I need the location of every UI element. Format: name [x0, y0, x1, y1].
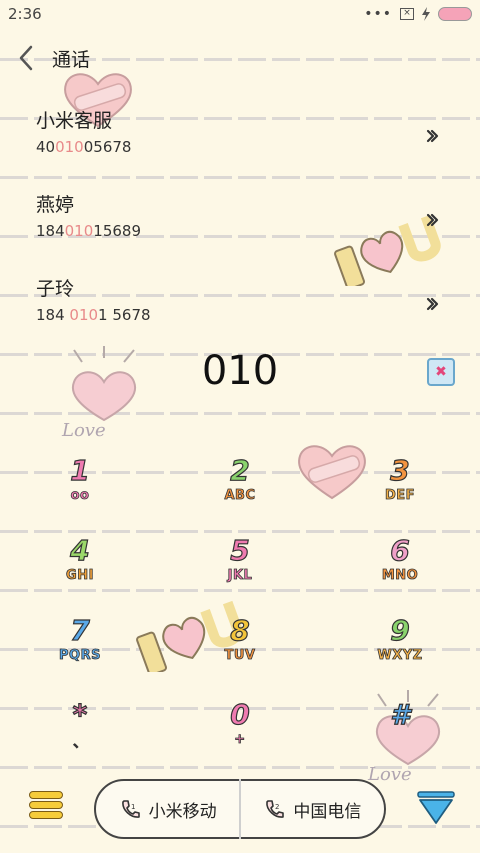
sim2-call-button[interactable]: 2 中国电信: [241, 781, 384, 837]
contact-number: 184 0101 5678: [36, 306, 151, 324]
key-9[interactable]: 9 WXYZ: [340, 615, 460, 686]
backspace-icon: ✖: [435, 364, 447, 380]
phone-icon: 2: [266, 800, 285, 818]
dial-input[interactable]: 010: [0, 348, 480, 394]
contact-row[interactable]: 燕婷 18401015689: [0, 190, 480, 262]
battery-icon: [438, 7, 472, 21]
menu-icon: [29, 791, 63, 819]
chevron-left-icon: [19, 45, 33, 71]
double-chevron-right-icon[interactable]: [422, 210, 442, 230]
key-4[interactable]: 4 GHI: [20, 535, 140, 606]
no-sim-icon: ×: [400, 8, 414, 20]
key-1[interactable]: 1 oo: [20, 455, 140, 526]
collapse-keypad-button[interactable]: [416, 790, 456, 826]
signal-dots-icon: •••: [364, 6, 392, 22]
key-2[interactable]: 2 ABC: [180, 455, 300, 526]
status-time: 2:36: [8, 5, 42, 23]
contact-number: 18401015689: [36, 222, 141, 240]
triangle-down-icon: [417, 791, 455, 824]
key-8[interactable]: 8 TUV: [180, 615, 300, 686]
charging-bolt-icon: [422, 7, 430, 21]
key-5[interactable]: 5 JKL: [180, 535, 300, 606]
status-bar: 2:36 ••• ×: [0, 0, 480, 28]
contact-number: 4001005678: [36, 138, 132, 156]
page-title: 通话: [52, 48, 91, 71]
menu-button[interactable]: [29, 791, 63, 823]
key-7[interactable]: 7 PQRS: [20, 615, 140, 686]
contact-row[interactable]: 子玲 184 0101 5678: [0, 274, 480, 346]
sim1-call-button[interactable]: 1 小米移动: [96, 781, 239, 837]
double-chevron-right-icon[interactable]: [422, 126, 442, 146]
key-0[interactable]: 0 +: [180, 699, 300, 770]
key-hash[interactable]: #: [340, 699, 460, 770]
sim2-label: 中国电信: [293, 801, 362, 822]
contact-name: 小米客服: [36, 110, 113, 132]
back-button[interactable]: [6, 40, 46, 76]
contact-row[interactable]: 小米客服 4001005678: [0, 106, 480, 178]
phone-icon: 1: [121, 800, 140, 818]
svg-text:2: 2: [275, 803, 279, 811]
sim-call-bar: 1 小米移动 2 中国电信: [94, 779, 386, 839]
header: 通话: [0, 40, 480, 76]
double-chevron-right-icon[interactable]: [422, 294, 442, 314]
love-caption: Love: [62, 420, 106, 441]
backspace-button[interactable]: ✖: [427, 358, 455, 386]
key-6[interactable]: 6 MNO: [340, 535, 460, 606]
key-3[interactable]: 3 DEF: [340, 455, 460, 526]
status-icons: ••• ×: [364, 6, 472, 22]
key-star[interactable]: * 、: [20, 699, 140, 770]
contact-name: 燕婷: [36, 194, 75, 216]
svg-text:1: 1: [131, 803, 135, 811]
sim1-label: 小米移动: [148, 801, 217, 822]
contact-name: 子玲: [36, 278, 75, 300]
